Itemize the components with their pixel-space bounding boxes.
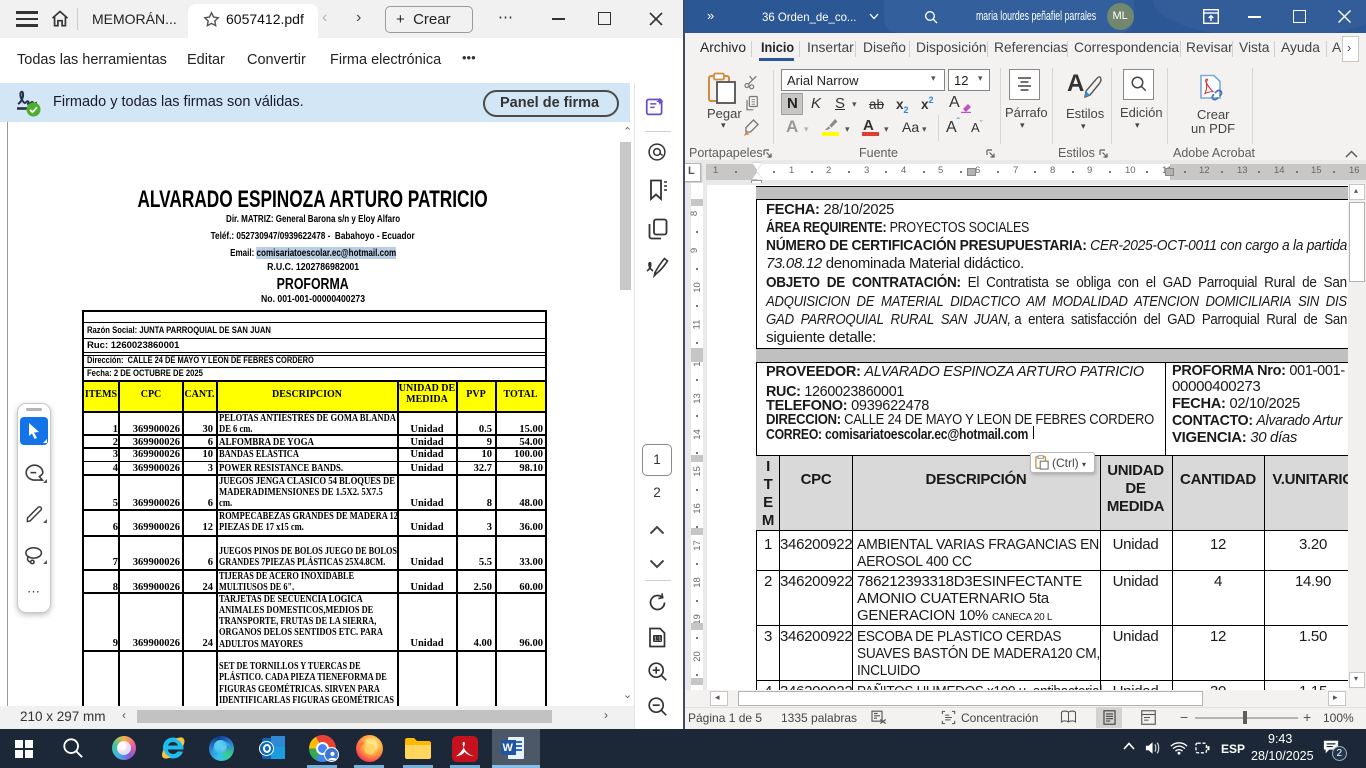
svg-text:1:1: 1:1: [654, 637, 661, 643]
